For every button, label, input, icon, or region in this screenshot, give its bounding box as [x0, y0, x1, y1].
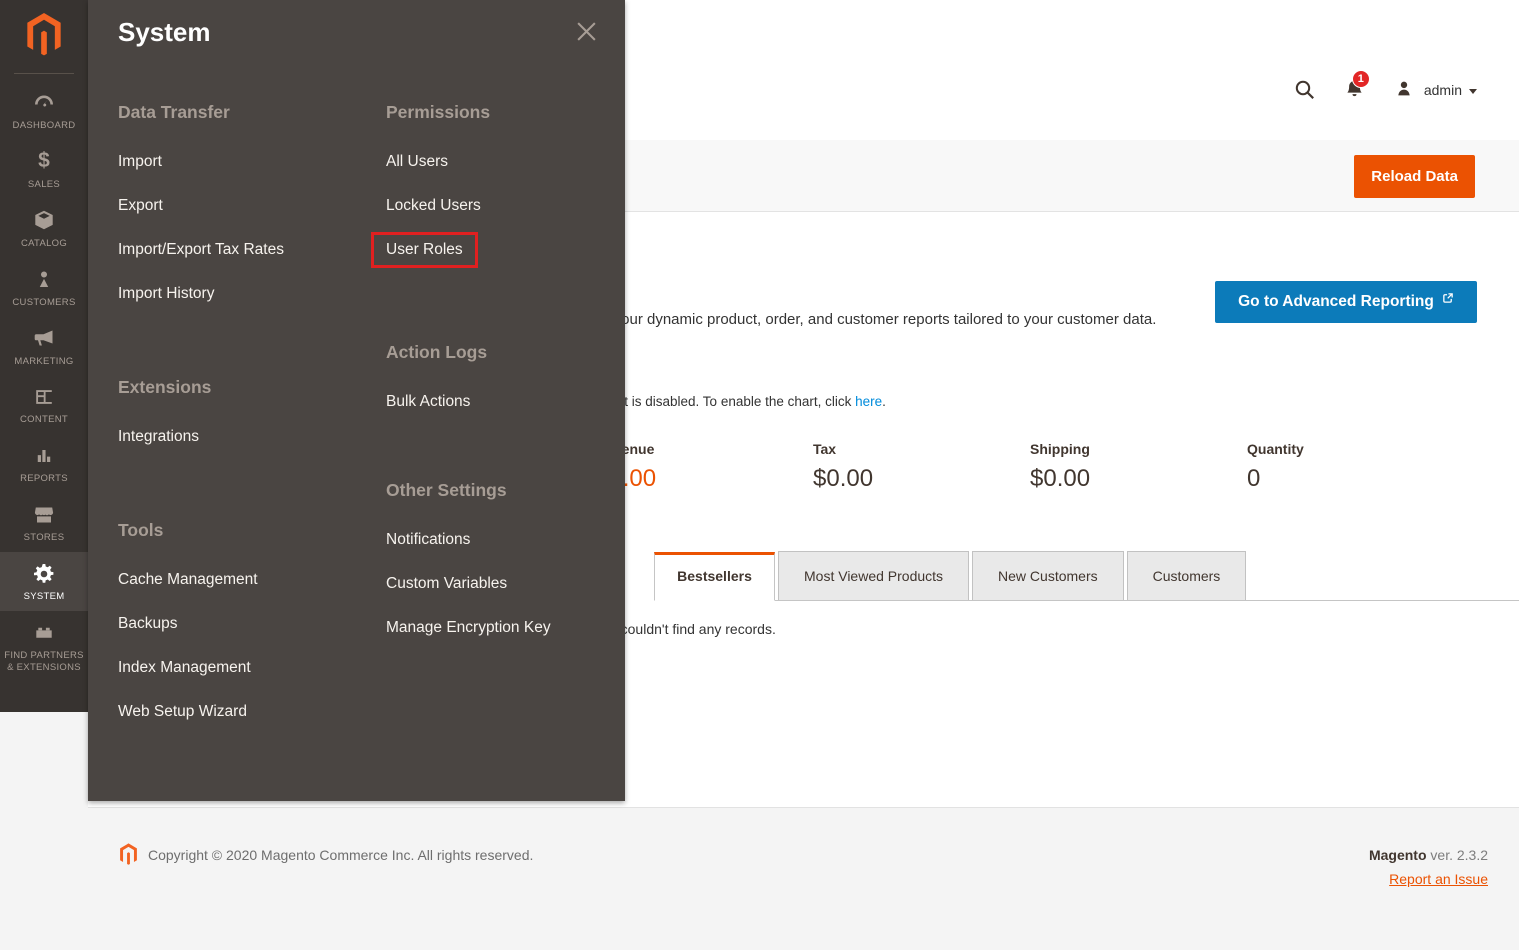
- menu-item-user-roles[interactable]: User Roles: [386, 228, 631, 272]
- sidebar-item-reports[interactable]: Reports: [0, 434, 88, 493]
- admin-sidebar: Dashboard $ Sales Catalog Customers: [0, 0, 88, 712]
- dashboard-totals: Revenue $0.00 Tax $0.00 Shipping $0.00 Q…: [596, 441, 1464, 493]
- flyout-section-permissions: Permissions All Users Locked Users User …: [386, 100, 631, 272]
- flyout-section-extensions: Extensions Integrations: [118, 375, 363, 459]
- report-an-issue-link[interactable]: Report an Issue: [1389, 871, 1488, 887]
- sidebar-item-dashboard[interactable]: Dashboard: [0, 81, 88, 140]
- tab-customers[interactable]: Customers: [1127, 551, 1247, 600]
- search-icon[interactable]: [1293, 78, 1317, 102]
- menu-item-import-export-tax-rates[interactable]: Import/Export Tax Rates: [118, 228, 363, 272]
- flyout-section-action-logs: Action Logs Bulk Actions: [386, 340, 631, 424]
- reload-data-button[interactable]: Reload Data: [1354, 155, 1475, 198]
- notification-badge: 1: [1352, 70, 1370, 88]
- admin-footer: Copyright © 2020 Magento Commerce Inc. A…: [0, 809, 1519, 950]
- sidebar-item-catalog[interactable]: Catalog: [0, 199, 88, 258]
- chart-disabled-note: Chart is disabled. To enable the chart, …: [595, 394, 886, 409]
- close-icon[interactable]: [575, 20, 598, 43]
- sidebar-item-marketing[interactable]: Marketing: [0, 317, 88, 376]
- advanced-reporting-button-label: Go to Advanced Reporting: [1238, 293, 1434, 311]
- user-roles-highlight-box[interactable]: User Roles: [371, 232, 478, 268]
- sidebar-item-sales[interactable]: $ Sales: [0, 140, 88, 199]
- sidebar-nav: Dashboard $ Sales Catalog Customers: [0, 81, 88, 682]
- sales-icon: $: [3, 149, 85, 174]
- user-icon: [1393, 78, 1417, 102]
- menu-item-locked-users[interactable]: Locked Users: [386, 184, 631, 228]
- copyright-text: Copyright © 2020 Magento Commerce Inc. A…: [148, 847, 533, 863]
- tab-bestsellers[interactable]: Bestsellers: [654, 552, 775, 601]
- dashboard-icon: [3, 90, 85, 115]
- sidebar-item-find-partners-extensions[interactable]: Find Partners & Extensions: [0, 611, 88, 682]
- marketing-icon: [3, 326, 85, 351]
- magento-footer-logo: [119, 843, 138, 866]
- sidebar-item-stores[interactable]: Stores: [0, 493, 88, 552]
- dashboard-tabs: Bestsellers Most Viewed Products New Cus…: [654, 551, 1519, 601]
- flyout-title: System: [118, 17, 211, 48]
- tab-new-customers[interactable]: New Customers: [972, 551, 1124, 600]
- header-actions: 1 admin: [1293, 78, 1477, 102]
- menu-item-index-management[interactable]: Index Management: [118, 646, 363, 690]
- sidebar-item-system[interactable]: System: [0, 552, 88, 611]
- customers-icon: [3, 267, 85, 292]
- menu-item-integrations[interactable]: Integrations: [118, 415, 363, 459]
- menu-item-backups[interactable]: Backups: [118, 602, 363, 646]
- menu-item-cache-management[interactable]: Cache Management: [118, 558, 363, 602]
- reports-icon: [3, 443, 85, 468]
- sidebar-item-customers[interactable]: Customers: [0, 258, 88, 317]
- magento-admin-page: 1 admin Reload Data Gain new insights an…: [0, 0, 1519, 950]
- flyout-section-data-transfer: Data Transfer Import Export Import/Expor…: [118, 100, 363, 316]
- find-partners-icon: [3, 620, 85, 645]
- stat-tax: Tax $0.00: [813, 441, 1030, 493]
- catalog-icon: [3, 208, 85, 233]
- enable-chart-link[interactable]: here: [855, 394, 882, 409]
- magento-logo[interactable]: [25, 13, 63, 57]
- stores-icon: [3, 502, 85, 527]
- menu-item-notifications[interactable]: Notifications: [386, 518, 631, 562]
- notifications-bell-icon[interactable]: 1: [1343, 78, 1367, 102]
- menu-item-export[interactable]: Export: [118, 184, 363, 228]
- system-gear-icon: [3, 561, 85, 586]
- external-link-icon: [1442, 292, 1454, 304]
- system-flyout-menu: System Data Transfer Import Export Impor…: [88, 0, 625, 801]
- flyout-section-other-settings: Other Settings Notifications Custom Vari…: [386, 478, 631, 650]
- admin-username: admin: [1424, 82, 1462, 98]
- sidebar-divider: [14, 73, 74, 74]
- stat-shipping: Shipping $0.00: [1030, 441, 1247, 493]
- menu-item-all-users[interactable]: All Users: [386, 140, 631, 184]
- sidebar-item-content[interactable]: Content: [0, 375, 88, 434]
- flyout-section-tools: Tools Cache Management Backups Index Man…: [118, 518, 363, 734]
- menu-item-custom-variables[interactable]: Custom Variables: [386, 562, 631, 606]
- admin-user-menu[interactable]: admin: [1393, 78, 1477, 102]
- menu-item-import[interactable]: Import: [118, 140, 363, 184]
- menu-item-import-history[interactable]: Import History: [118, 272, 363, 316]
- stat-quantity: Quantity 0: [1247, 441, 1464, 493]
- content-icon: [3, 384, 85, 409]
- version-text: Magento ver. 2.3.2: [1369, 847, 1488, 863]
- menu-item-manage-encryption-key[interactable]: Manage Encryption Key: [386, 606, 631, 650]
- menu-item-bulk-actions[interactable]: Bulk Actions: [386, 380, 631, 424]
- tab-most-viewed-products[interactable]: Most Viewed Products: [778, 551, 969, 600]
- chevron-down-icon: [1469, 89, 1477, 94]
- menu-item-web-setup-wizard[interactable]: Web Setup Wizard: [118, 690, 363, 734]
- go-to-advanced-reporting-button[interactable]: Go to Advanced Reporting: [1215, 281, 1477, 323]
